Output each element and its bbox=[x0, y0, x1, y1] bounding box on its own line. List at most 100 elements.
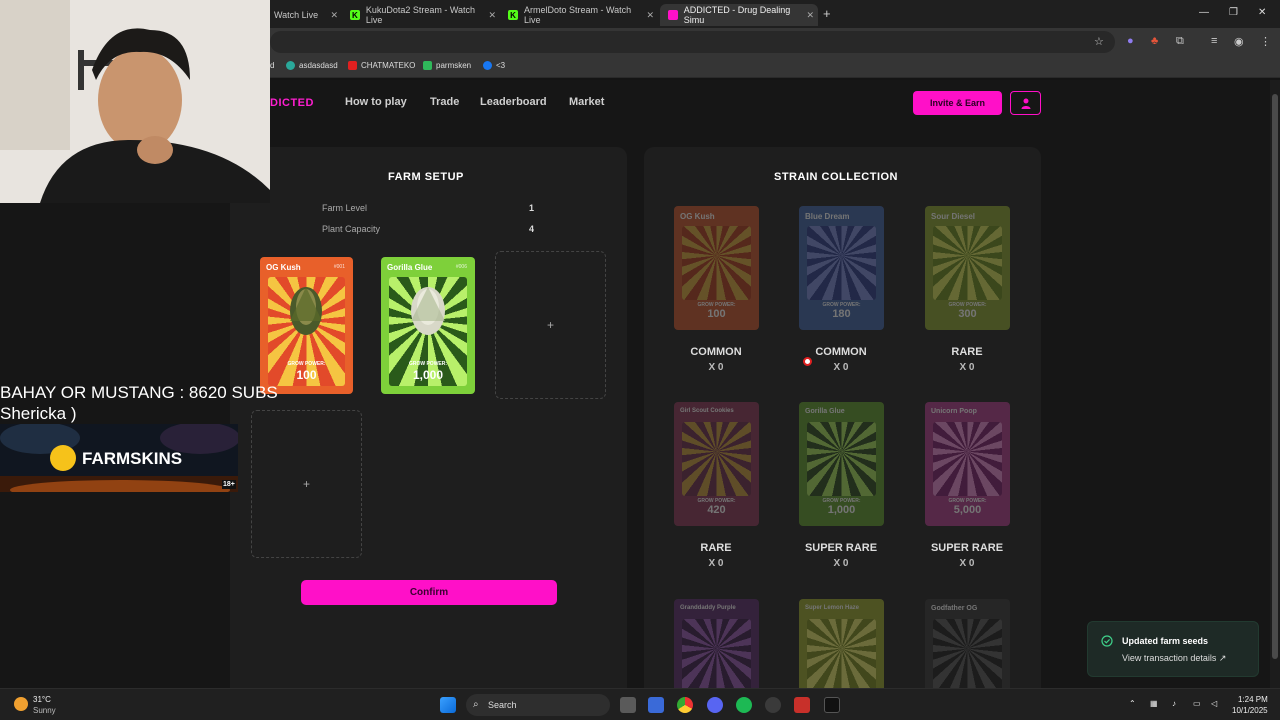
bookmark-label: asdasdasd bbox=[299, 61, 338, 70]
grow-power-value: 100 bbox=[296, 368, 317, 382]
strain-card-og-kush[interactable]: OG Kush GROW POWER: 100 bbox=[674, 206, 759, 330]
strain-card-blue-dream[interactable]: Blue Dream GROW POWER: 180 bbox=[799, 206, 884, 330]
app-icon[interactable] bbox=[794, 697, 810, 713]
media-control-icon[interactable]: ≡ bbox=[1211, 35, 1217, 47]
user-account-button[interactable] bbox=[1010, 91, 1041, 115]
window-close-icon[interactable]: ✕ bbox=[1258, 7, 1266, 18]
strain-card-girl-scout-cookies[interactable]: Girl Scout Cookies GROW POWER: 420 bbox=[674, 402, 759, 526]
confirm-button[interactable]: Confirm bbox=[301, 580, 557, 605]
bookmark-item[interactable]: CHATMATEKO bbox=[348, 61, 415, 70]
menu-kebab-icon[interactable]: ⋮ bbox=[1260, 35, 1271, 48]
strain-card-godfather-og[interactable]: Godfather OG bbox=[925, 599, 1010, 688]
tab-title: KukuDota2 Stream - Watch Live bbox=[365, 5, 476, 25]
taskbar-search[interactable]: ⌕ Search bbox=[466, 694, 610, 716]
strain-card-gorilla-glue[interactable]: Gorilla Glue GROW POWER: 1,000 bbox=[799, 402, 884, 526]
extension-icon[interactable]: ♣ bbox=[1151, 35, 1158, 47]
tab-kukudota2[interactable]: K KukuDota2 Stream - Watch Live ✕ bbox=[342, 4, 500, 26]
webcam-video bbox=[0, 0, 270, 203]
plant-artwork bbox=[807, 619, 876, 688]
owned-count: X 0 bbox=[708, 558, 724, 569]
tab-addicted[interactable]: ADDICTED - Drug Dealing Simu ✕ bbox=[660, 4, 818, 26]
strain-card-sour-diesel[interactable]: Sour Diesel GROW POWER: 300 bbox=[925, 206, 1010, 330]
new-tab-icon[interactable]: + bbox=[823, 6, 831, 21]
invite-earn-button[interactable]: Invite & Earn bbox=[913, 91, 1002, 115]
bookmark-item[interactable]: <3 bbox=[483, 61, 505, 70]
minimize-icon[interactable]: — bbox=[1199, 7, 1209, 18]
empty-plant-slot[interactable]: + bbox=[251, 410, 362, 558]
network-icon[interactable]: ▦ bbox=[1150, 699, 1158, 708]
volume-icon[interactable]: ◁ bbox=[1211, 699, 1217, 708]
strain-card-unicorn-poop[interactable]: Unicorn Poop GROW POWER: 5,000 bbox=[925, 402, 1010, 526]
close-icon[interactable]: ✕ bbox=[330, 10, 338, 21]
address-input[interactable] bbox=[270, 31, 1115, 53]
terminal-icon[interactable] bbox=[824, 697, 840, 713]
bookmark-item[interactable]: parmsken bbox=[423, 61, 471, 70]
plant-artwork bbox=[682, 619, 751, 688]
empty-plant-slot[interactable]: + bbox=[495, 251, 606, 399]
plant-artwork bbox=[807, 422, 876, 496]
bookmark-item[interactable]: d bbox=[270, 61, 274, 70]
discord-icon[interactable] bbox=[707, 697, 723, 713]
nav-link-how-to-play[interactable]: How to play bbox=[345, 96, 407, 108]
nav-link-market[interactable]: Market bbox=[569, 96, 604, 108]
grow-power-value: 300 bbox=[958, 308, 977, 320]
clock-date[interactable]: 10/1/2025 bbox=[1232, 706, 1268, 715]
store-icon[interactable] bbox=[648, 697, 664, 713]
check-circle-icon bbox=[1101, 635, 1113, 647]
card-name: Gorilla Glue bbox=[805, 408, 845, 415]
restore-icon[interactable]: ❐ bbox=[1229, 7, 1238, 18]
scrollbar-thumb[interactable] bbox=[1272, 94, 1278, 659]
rarity-label: RARE bbox=[700, 542, 732, 554]
close-icon[interactable]: ✕ bbox=[488, 10, 496, 21]
grow-power-value: 100 bbox=[707, 308, 726, 320]
clock-time[interactable]: 1:24 PM bbox=[1238, 695, 1268, 704]
card-name: OG Kush bbox=[266, 263, 301, 272]
view-transaction-link[interactable]: View transaction details ↗ bbox=[1122, 653, 1226, 664]
plant-artwork bbox=[933, 619, 1002, 688]
facebook-icon bbox=[483, 61, 492, 70]
task-view-icon[interactable] bbox=[620, 697, 636, 713]
bookmark-label: d bbox=[270, 61, 275, 70]
close-icon[interactable]: ✕ bbox=[646, 10, 654, 21]
bookmark-item[interactable]: asdasdasd bbox=[286, 61, 338, 70]
card-number: #001 bbox=[333, 264, 345, 270]
card-name: Sour Diesel bbox=[931, 212, 976, 221]
spotify-icon[interactable] bbox=[736, 697, 752, 713]
nav-link-trade[interactable]: Trade bbox=[430, 96, 459, 108]
strain-card-super-lemon-haze[interactable]: Super Lemon Haze bbox=[799, 599, 884, 688]
extensions-puzzle-icon[interactable]: ⧉ bbox=[1176, 35, 1184, 48]
microphone-icon[interactable]: ♪ bbox=[1172, 699, 1176, 708]
card-name: Super Lemon Haze bbox=[805, 605, 860, 611]
close-icon[interactable]: ✕ bbox=[806, 10, 814, 21]
chevron-up-icon[interactable]: ⌃ bbox=[1129, 699, 1136, 708]
site-logo[interactable]: DICTED bbox=[270, 97, 314, 109]
weather-sun-icon[interactable] bbox=[14, 697, 28, 711]
sheets-icon bbox=[423, 61, 432, 70]
steam-icon[interactable] bbox=[765, 697, 781, 713]
tab-armeldoto[interactable]: K ArmelDoto Stream - Watch Live ✕ bbox=[500, 4, 658, 26]
add-plant-icon: + bbox=[302, 477, 310, 491]
page-scrollbar[interactable] bbox=[1270, 80, 1280, 688]
start-windows-icon[interactable] bbox=[440, 697, 456, 713]
tab-title: Watch Live bbox=[274, 10, 319, 20]
plant-artwork bbox=[807, 226, 876, 300]
monitor-icon[interactable]: ▭ bbox=[1193, 699, 1201, 708]
chrome-icon[interactable] bbox=[677, 697, 693, 713]
bookmark-icon bbox=[286, 61, 295, 70]
nav-link-leaderboard[interactable]: Leaderboard bbox=[480, 96, 547, 108]
add-plant-icon: + bbox=[546, 318, 554, 332]
farm-card-gorilla-glue[interactable]: Gorilla Glue #006 GROW POWER: 1,000 bbox=[381, 257, 475, 394]
bookmark-label: parmsken bbox=[436, 61, 472, 70]
farm-level-value: 1 bbox=[529, 203, 535, 213]
profile-avatar-icon[interactable]: ◉ bbox=[1234, 35, 1244, 48]
screen: Watch Live ✕ K KukuDota2 Stream - Watch … bbox=[0, 0, 1280, 720]
strain-card-granddaddy-purple[interactable]: Granddaddy Purple bbox=[674, 599, 759, 688]
youtube-icon bbox=[348, 61, 357, 70]
farm-card-og-kush[interactable]: OG Kush #001 GROW POWER: 100 bbox=[260, 257, 353, 394]
extension-icon[interactable]: ● bbox=[1127, 35, 1134, 47]
success-toast: Updated farm seeds View transaction deta… bbox=[1087, 621, 1259, 677]
star-icon[interactable]: ☆ bbox=[1094, 35, 1104, 48]
tab-watch-live[interactable]: Watch Live ✕ bbox=[266, 4, 342, 26]
kick-icon: K bbox=[350, 10, 360, 20]
plant-image bbox=[411, 287, 445, 335]
